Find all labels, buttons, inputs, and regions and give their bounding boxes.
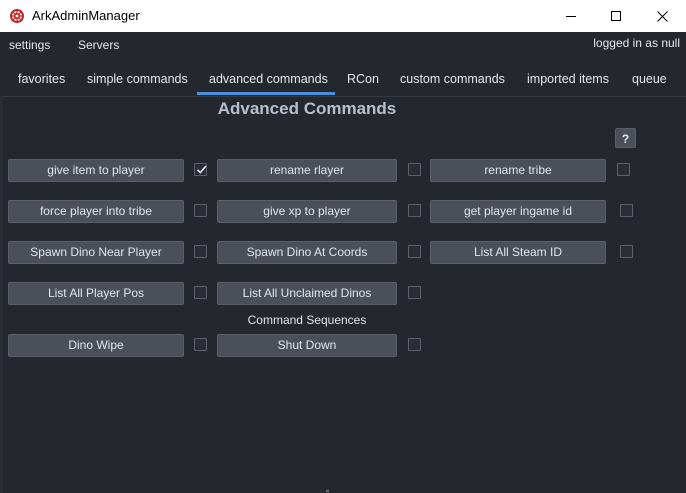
- list-all-player-pos-button[interactable]: List All Player Pos: [8, 282, 184, 305]
- force-player-into-tribe-checkbox[interactable]: [194, 204, 207, 217]
- maximize-icon: [611, 11, 621, 21]
- list-all-player-pos-checkbox[interactable]: [194, 286, 207, 299]
- close-icon: [656, 10, 668, 22]
- give-xp-to-player-checkbox[interactable]: [408, 204, 421, 217]
- tab-favorites[interactable]: favorites: [18, 72, 65, 86]
- list-all-steam-id-checkbox[interactable]: [620, 245, 633, 258]
- menu-servers[interactable]: Servers: [78, 38, 119, 52]
- give-item-to-player-button[interactable]: give item to player: [8, 159, 184, 182]
- tab-bar: favorites simple commands advanced comma…: [0, 64, 686, 97]
- spawn-dino-at-coords-button[interactable]: Spawn Dino At Coords: [217, 241, 397, 264]
- checkmark-icon: [196, 165, 207, 174]
- menu-settings[interactable]: settings: [9, 38, 50, 52]
- force-player-into-tribe-button[interactable]: force player into tribe: [8, 200, 184, 223]
- get-player-ingame-id-button[interactable]: get player ingame id: [430, 200, 606, 223]
- left-edge-border: [0, 96, 3, 493]
- close-button[interactable]: [639, 0, 685, 32]
- tab-custom-commands[interactable]: custom commands: [400, 72, 505, 86]
- tab-rcon[interactable]: RCon: [347, 72, 379, 86]
- dino-wipe-checkbox[interactable]: [194, 338, 207, 351]
- tab-advanced-commands[interactable]: advanced commands: [209, 72, 328, 86]
- list-all-unclaimed-dinos-checkbox[interactable]: [408, 286, 421, 299]
- minimize-button[interactable]: [548, 0, 594, 32]
- spawn-dino-at-coords-checkbox[interactable]: [408, 245, 421, 258]
- shut-down-button[interactable]: Shut Down: [217, 334, 397, 357]
- spawn-dino-near-player-checkbox[interactable]: [194, 245, 207, 258]
- give-xp-to-player-button[interactable]: give xp to player: [217, 200, 397, 223]
- title-bar: ArkAdminManager: [0, 0, 686, 32]
- help-button[interactable]: ?: [615, 128, 636, 148]
- rename-player-checkbox[interactable]: [408, 163, 421, 176]
- get-player-ingame-id-checkbox[interactable]: [620, 204, 633, 217]
- tab-queue[interactable]: queue: [632, 72, 667, 86]
- dino-wipe-button[interactable]: Dino Wipe: [8, 334, 184, 357]
- login-status: logged in as null: [593, 36, 680, 50]
- command-sequences-label: Command Sequences: [247, 313, 367, 327]
- tab-simple-commands[interactable]: simple commands: [87, 72, 188, 86]
- window-title: ArkAdminManager: [32, 8, 140, 23]
- rename-tribe-checkbox[interactable]: [617, 163, 630, 176]
- minimize-icon: [566, 16, 576, 17]
- menu-bar: settings Servers logged in as null: [0, 32, 686, 60]
- page-title: Advanced Commands: [217, 99, 397, 118]
- tab-imported-items[interactable]: imported items: [527, 72, 609, 86]
- list-all-steam-id-button[interactable]: List All Steam ID: [430, 241, 606, 264]
- spawn-dino-near-player-button[interactable]: Spawn Dino Near Player: [8, 241, 184, 264]
- list-all-unclaimed-dinos-button[interactable]: List All Unclaimed Dinos: [217, 282, 397, 305]
- give-item-to-player-checkbox[interactable]: [194, 163, 207, 176]
- shut-down-checkbox[interactable]: [408, 338, 421, 351]
- rename-tribe-button[interactable]: rename tribe: [430, 159, 606, 182]
- rename-player-button[interactable]: rename rlayer: [217, 159, 397, 182]
- resize-grip[interactable]: [326, 490, 329, 492]
- active-tab-indicator: [197, 92, 335, 95]
- app-logo-icon: [10, 9, 24, 23]
- maximize-button[interactable]: [593, 0, 639, 32]
